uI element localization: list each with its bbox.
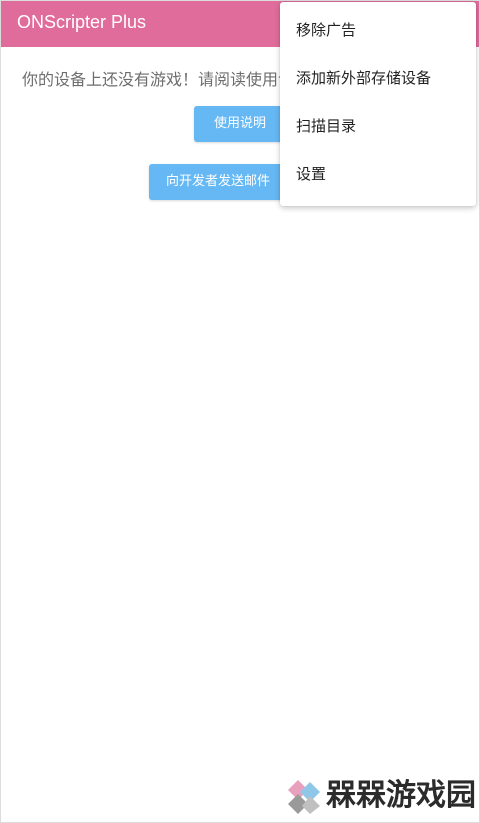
menu-item-remove-ads[interactable]: 移除广告 xyxy=(280,6,476,54)
diamond-logo-icon xyxy=(288,780,320,814)
watermark: 槑槑游戏园 xyxy=(284,772,476,820)
instructions-button[interactable]: 使用说明 xyxy=(194,106,286,142)
watermark-text: 槑槑游戏园 xyxy=(326,778,476,813)
app-title: ONScripter Plus xyxy=(17,12,147,32)
menu-item-add-storage[interactable]: 添加新外部存储设备 xyxy=(280,54,476,102)
empty-library-message: 你的设备上还没有游戏！请阅读使用说明 xyxy=(22,70,284,89)
email-developer-button[interactable]: 向开发者发送邮件 xyxy=(149,164,289,200)
overflow-menu: 移除广告 添加新外部存储设备 扫描目录 设置 xyxy=(280,2,476,206)
menu-item-scan-directory[interactable]: 扫描目录 xyxy=(280,102,476,150)
menu-item-settings[interactable]: 设置 xyxy=(280,150,476,198)
